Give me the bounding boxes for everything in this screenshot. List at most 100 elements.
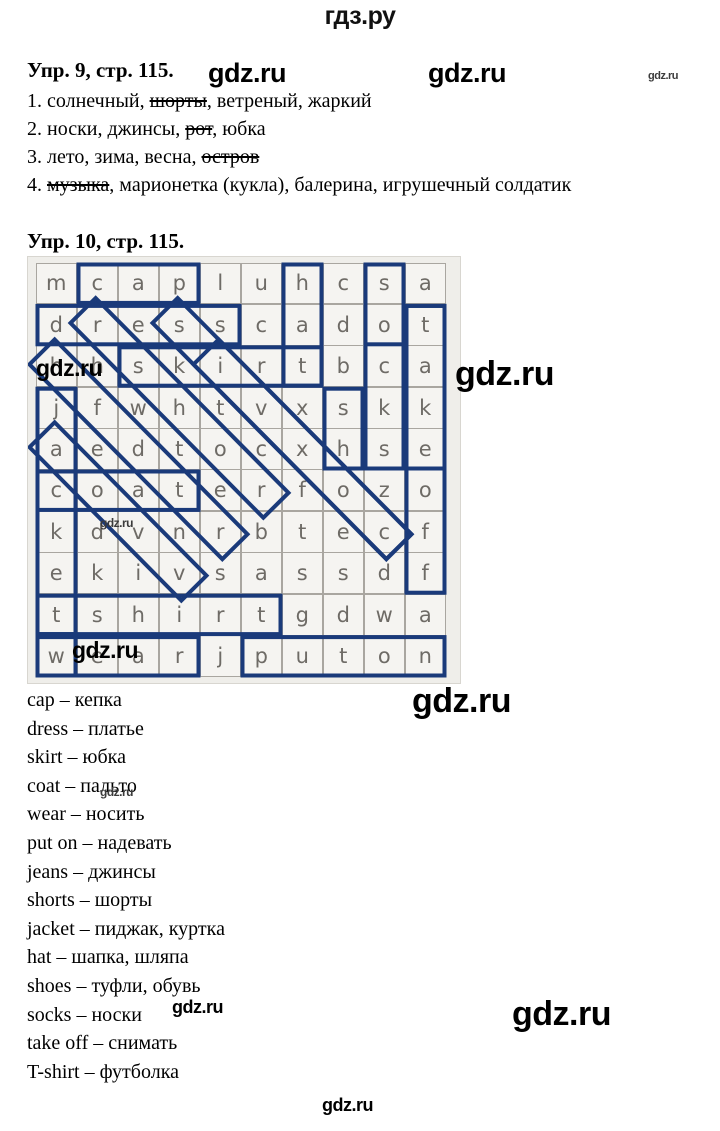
grid-cell[interactable]: s — [281, 552, 323, 595]
grid-cell[interactable]: f — [404, 510, 446, 553]
grid-cell[interactable]: o — [363, 303, 405, 346]
grid-cell[interactable]: a — [404, 262, 446, 305]
grid-cell[interactable]: t — [199, 386, 241, 429]
grid-cell[interactable]: t — [322, 635, 364, 677]
grid-cell[interactable]: k — [35, 510, 77, 553]
grid-cell[interactable]: s — [363, 262, 405, 305]
grid-cell[interactable]: n — [158, 510, 200, 553]
grid-cell[interactable]: k — [404, 386, 446, 429]
grid-cell[interactable]: e — [35, 552, 77, 595]
grid-cell[interactable]: c — [240, 303, 282, 346]
grid-cell[interactable]: s — [158, 303, 200, 346]
grid-cell[interactable]: t — [158, 428, 200, 470]
grid-cell[interactable]: b — [322, 345, 364, 388]
grid-cell[interactable]: a — [240, 552, 282, 595]
grid-cell[interactable]: e — [404, 428, 446, 470]
grid-cell[interactable]: s — [322, 552, 364, 595]
grid-cell[interactable]: a — [404, 345, 446, 388]
grid-cell[interactable]: d — [363, 552, 405, 595]
grid-cell[interactable]: i — [117, 552, 159, 595]
grid-cell[interactable]: a — [35, 428, 77, 470]
grid-cell[interactable]: w — [363, 593, 405, 636]
grid-cell[interactable]: j — [35, 386, 77, 429]
grid-cell[interactable]: u — [281, 635, 323, 677]
grid-cell[interactable]: r — [240, 345, 282, 388]
grid-cell[interactable]: b — [240, 510, 282, 553]
grid-cell[interactable]: s — [199, 303, 241, 346]
grid-cell[interactable]: o — [322, 469, 364, 512]
grid-cell[interactable]: x — [281, 428, 323, 470]
grid-cell[interactable]: o — [76, 469, 118, 512]
grid-cell[interactable]: s — [76, 593, 118, 636]
grid-cell[interactable]: s — [117, 345, 159, 388]
grid-cell[interactable]: o — [363, 635, 405, 677]
grid-cell[interactable]: v — [158, 552, 200, 595]
grid-cell[interactable]: m — [35, 262, 77, 305]
grid-cell[interactable]: k — [76, 552, 118, 595]
grid-cell[interactable]: o — [199, 428, 241, 470]
grid-cell[interactable]: h — [117, 593, 159, 636]
grid-cell[interactable]: l — [199, 262, 241, 305]
grid-cell[interactable]: h — [281, 262, 323, 305]
grid-cell[interactable]: r — [199, 510, 241, 553]
grid-cell[interactable]: h — [158, 386, 200, 429]
grid-cell[interactable]: g — [281, 593, 323, 636]
grid-cell[interactable]: u — [240, 262, 282, 305]
grid-cell[interactable]: x — [281, 386, 323, 429]
grid-cell[interactable]: a — [281, 303, 323, 346]
grid-cell[interactable]: z — [363, 469, 405, 512]
grid-cell[interactable]: k — [158, 345, 200, 388]
grid-cell[interactable]: c — [35, 469, 77, 512]
grid-cell[interactable]: k — [363, 386, 405, 429]
grid-cell[interactable]: d — [117, 428, 159, 470]
grid-cell[interactable]: d — [322, 593, 364, 636]
answer-number: 2. — [27, 118, 47, 140]
answer-text: носки, джинсы, — [47, 118, 186, 140]
grid-cell[interactable]: d — [322, 303, 364, 346]
grid-cell[interactable]: a — [404, 593, 446, 636]
grid-cell[interactable]: d — [35, 303, 77, 346]
grid-cell[interactable]: s — [363, 428, 405, 470]
grid-cell[interactable]: n — [404, 635, 446, 677]
grid-cell[interactable]: c — [322, 262, 364, 305]
grid-cell[interactable]: r — [199, 593, 241, 636]
grid-cell[interactable]: r — [240, 469, 282, 512]
grid-cell[interactable]: f — [404, 552, 446, 595]
grid-cell[interactable]: h — [322, 428, 364, 470]
vocabulary-item: T-shirt – футболка — [27, 1060, 179, 1083]
grid-cell[interactable]: s — [199, 552, 241, 595]
grid-cell[interactable]: a — [117, 262, 159, 305]
grid-cell[interactable]: i — [158, 593, 200, 636]
grid-cell[interactable]: f — [76, 386, 118, 429]
grid-cell[interactable]: i — [199, 345, 241, 388]
grid-cell[interactable]: e — [76, 428, 118, 470]
grid-cell[interactable]: t — [240, 593, 282, 636]
grid-cell[interactable]: t — [404, 303, 446, 346]
grid-cell[interactable]: e — [117, 303, 159, 346]
vocabulary-item: shoes – туфли, обувь — [27, 974, 201, 997]
grid-cell[interactable]: v — [240, 386, 282, 429]
grid-cell[interactable]: w — [117, 386, 159, 429]
grid-cell[interactable]: r — [158, 635, 200, 677]
grid-cell[interactable]: r — [76, 303, 118, 346]
grid-cell[interactable]: f — [281, 469, 323, 512]
exercise-9-block: Упр. 9, стр. 115. 1. солнечный, шорты, в… — [27, 57, 707, 199]
grid-cell[interactable]: a — [117, 469, 159, 512]
grid-cell[interactable]: o — [404, 469, 446, 512]
grid-cell[interactable]: e — [322, 510, 364, 553]
grid-cell[interactable]: c — [240, 428, 282, 470]
grid-cell[interactable]: c — [76, 262, 118, 305]
grid-cell[interactable]: s — [322, 386, 364, 429]
grid-cell[interactable]: t — [158, 469, 200, 512]
grid-cell[interactable]: w — [35, 635, 77, 677]
grid-cell[interactable]: t — [35, 593, 77, 636]
grid-cell[interactable]: p — [240, 635, 282, 677]
grid-cell[interactable]: j — [199, 635, 241, 677]
grid-cell[interactable]: e — [199, 469, 241, 512]
grid-cell[interactable]: t — [281, 510, 323, 553]
grid-cell[interactable]: c — [363, 345, 405, 388]
crossed-out-word: шорты — [149, 90, 207, 112]
grid-cell[interactable]: c — [363, 510, 405, 553]
grid-cell[interactable]: p — [158, 262, 200, 305]
grid-cell[interactable]: t — [281, 345, 323, 388]
